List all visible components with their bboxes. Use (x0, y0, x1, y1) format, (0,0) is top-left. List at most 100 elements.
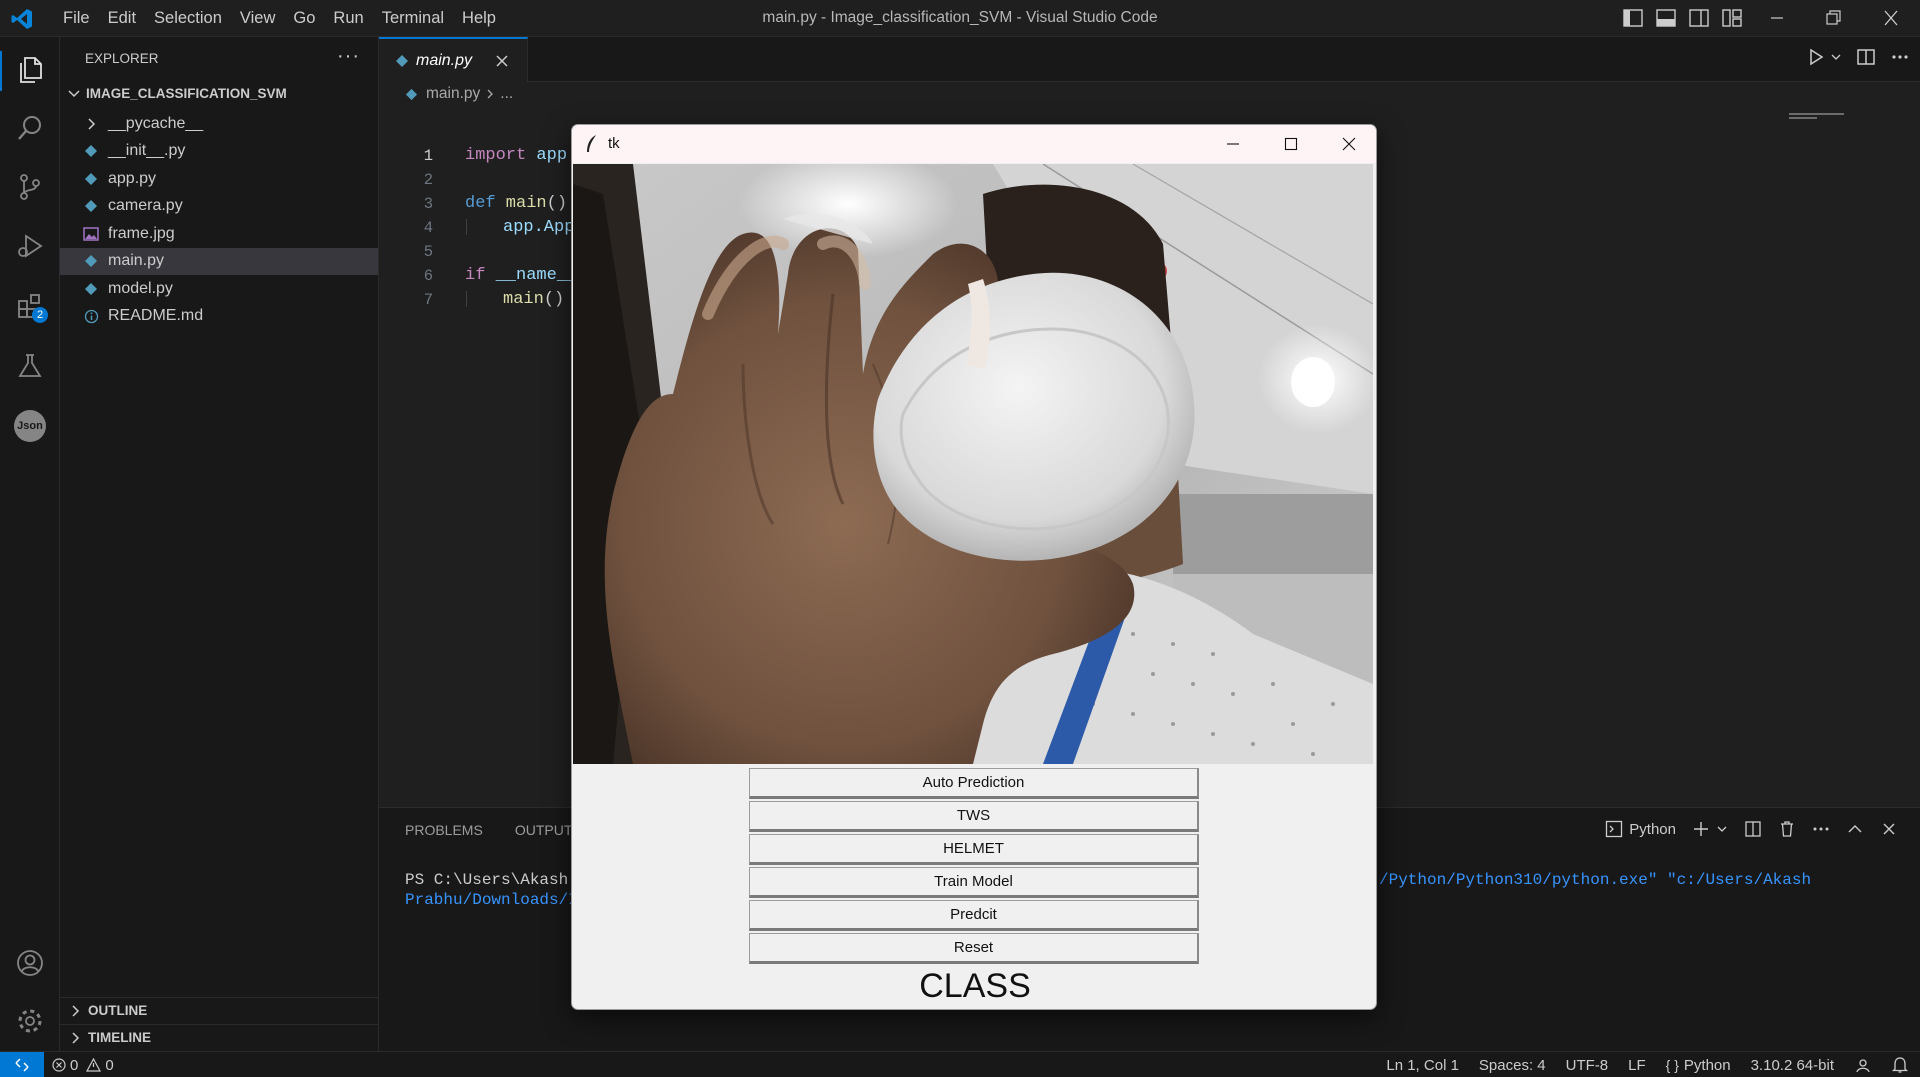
restore-icon[interactable] (1822, 8, 1844, 28)
toggle-sidebar-icon[interactable] (1622, 8, 1644, 28)
tree-item-init[interactable]: __init__.py (60, 138, 378, 166)
predict-button[interactable]: Predcit (749, 900, 1199, 931)
breadcrumb-symbol[interactable]: ... (500, 85, 513, 103)
tree-item-pycache[interactable]: __pycache__ (60, 110, 378, 138)
tree-item-main[interactable]: main.py (60, 247, 378, 275)
trash-icon[interactable] (1778, 820, 1796, 838)
accounts-icon[interactable] (14, 947, 46, 979)
split-editor-icon[interactable] (1856, 47, 1876, 67)
menu-go[interactable]: Go (284, 9, 324, 28)
feedback-icon[interactable] (1854, 1056, 1872, 1074)
tab-output[interactable]: OUTPUT (515, 822, 573, 838)
tab-main-py[interactable]: main.py (379, 37, 528, 82)
menu-terminal[interactable]: Terminal (373, 9, 453, 28)
python-file-icon (396, 54, 408, 67)
close-window-icon[interactable] (1880, 8, 1902, 28)
terminal-selector[interactable]: Python (1605, 820, 1676, 838)
menu-view[interactable]: View (231, 9, 284, 28)
close-panel-icon[interactable] (1880, 820, 1898, 838)
menu-help[interactable]: Help (453, 9, 505, 28)
notifications-bell-icon[interactable] (1892, 1056, 1908, 1074)
encoding[interactable]: UTF-8 (1566, 1057, 1609, 1074)
customize-layout-icon[interactable] (1721, 8, 1743, 28)
tree-item-app[interactable]: app.py (60, 165, 378, 193)
toggle-panel-icon[interactable] (1655, 8, 1677, 28)
toggle-secondary-sidebar-icon[interactable] (1688, 8, 1710, 28)
extensions-badge: 2 (32, 307, 48, 323)
status-bar-right: Ln 1, Col 1 Spaces: 4 UTF-8 LF { } Pytho… (1386, 1052, 1908, 1077)
maximize-panel-icon[interactable] (1846, 820, 1864, 838)
menu-selection[interactable]: Selection (145, 9, 231, 28)
tree-item-frame[interactable]: frame.jpg (60, 220, 378, 248)
run-python-file-icon[interactable] (1806, 47, 1826, 67)
terminal-output-tail: /Python/Python310/python.exe" "c:/Users/… (1379, 870, 1811, 890)
minimize-icon (1227, 143, 1239, 145)
breadcrumb-file[interactable]: main.py (426, 85, 480, 103)
tws-button[interactable]: TWS (749, 801, 1199, 832)
menu-edit[interactable]: Edit (99, 9, 145, 28)
cursor-position[interactable]: Ln 1, Col 1 (1386, 1057, 1459, 1074)
close-tab-icon[interactable] (491, 50, 513, 72)
status-bar: 0 0 Ln 1, Col 1 Spaces: 4 UTF-8 LF { } P… (0, 1051, 1920, 1077)
vscode-logo-icon (11, 9, 32, 29)
python-file-icon (405, 88, 418, 100)
close-icon (1342, 137, 1356, 151)
more-actions-icon[interactable] (1812, 820, 1830, 838)
explorer-more-actions[interactable]: ··· (337, 45, 360, 68)
line-number: 6 (423, 267, 433, 285)
panel-tabs: PROBLEMS OUTPUT (405, 822, 572, 838)
tk-maximize-button[interactable] (1262, 125, 1320, 163)
tk-minimize-button[interactable] (1204, 125, 1262, 163)
end-of-line[interactable]: LF (1628, 1057, 1646, 1074)
new-terminal-icon[interactable] (1692, 820, 1710, 838)
line-number: 2 (423, 171, 433, 189)
minimize-icon[interactable] (1766, 8, 1788, 28)
tab-problems[interactable]: PROBLEMS (405, 822, 483, 838)
problems-counter[interactable]: 0 0 (52, 1052, 114, 1077)
outline-section[interactable]: OUTLINE (60, 997, 378, 1023)
testing-icon[interactable] (14, 350, 46, 382)
tree-item-model[interactable]: model.py (60, 275, 378, 303)
python-file-icon (85, 145, 97, 158)
explorer-sidebar: EXPLORER ··· IMAGE_CLASSIFICATION_SVM __… (60, 37, 379, 1051)
run-debug-icon[interactable] (14, 230, 46, 262)
tree-item-readme[interactable]: README.md (60, 303, 378, 331)
search-icon[interactable] (14, 112, 46, 144)
line-number: 5 (423, 243, 433, 261)
tree-item-label: frame.jpg (108, 224, 175, 242)
timeline-section[interactable]: TIMELINE (60, 1024, 378, 1050)
minimap-line (1789, 113, 1844, 115)
workspace-folder[interactable]: IMAGE_CLASSIFICATION_SVM (66, 85, 287, 101)
minimap[interactable] (1789, 109, 1909, 123)
tree-item-camera[interactable]: camera.py (60, 193, 378, 221)
more-actions-icon[interactable] (1890, 47, 1910, 67)
tk-titlebar[interactable]: tk (572, 125, 1376, 163)
reset-button[interactable]: Reset (749, 933, 1199, 964)
chevron-right-icon (72, 1031, 80, 1044)
tk-close-button[interactable] (1320, 125, 1376, 163)
source-control-icon[interactable] (14, 171, 46, 203)
menu-bar: File Edit Selection View Go Run Terminal… (54, 0, 505, 37)
outline-label: OUTLINE (88, 1003, 148, 1018)
auto-prediction-button[interactable]: Auto Prediction (749, 768, 1199, 799)
json-icon[interactable]: Json (14, 410, 46, 442)
terminal-output[interactable]: PS C:\Users\Akash P (405, 870, 587, 890)
tk-window: tk Auto Prediction TWS HELMET Train Mode… (571, 124, 1377, 1010)
remote-indicator[interactable] (0, 1052, 44, 1077)
train-model-button[interactable]: Train Model (749, 867, 1199, 898)
menu-file[interactable]: File (54, 9, 99, 28)
settings-gear-icon[interactable] (14, 1005, 46, 1037)
tree-item-label: model.py (108, 279, 173, 297)
chevron-down-icon[interactable] (1830, 51, 1842, 63)
menu-run[interactable]: Run (324, 9, 372, 28)
chevron-right-icon (487, 89, 494, 99)
explorer-icon[interactable] (14, 54, 46, 86)
helmet-button[interactable]: HELMET (749, 834, 1199, 865)
language-mode[interactable]: { } Python (1666, 1057, 1731, 1074)
python-interpreter[interactable]: 3.10.2 64-bit (1751, 1057, 1834, 1074)
python-file-icon (85, 282, 97, 295)
indentation[interactable]: Spaces: 4 (1479, 1057, 1546, 1074)
split-terminal-icon[interactable] (1744, 820, 1762, 838)
chevron-down-icon[interactable] (1716, 823, 1728, 835)
extensions-button[interactable]: 2 (14, 290, 48, 323)
